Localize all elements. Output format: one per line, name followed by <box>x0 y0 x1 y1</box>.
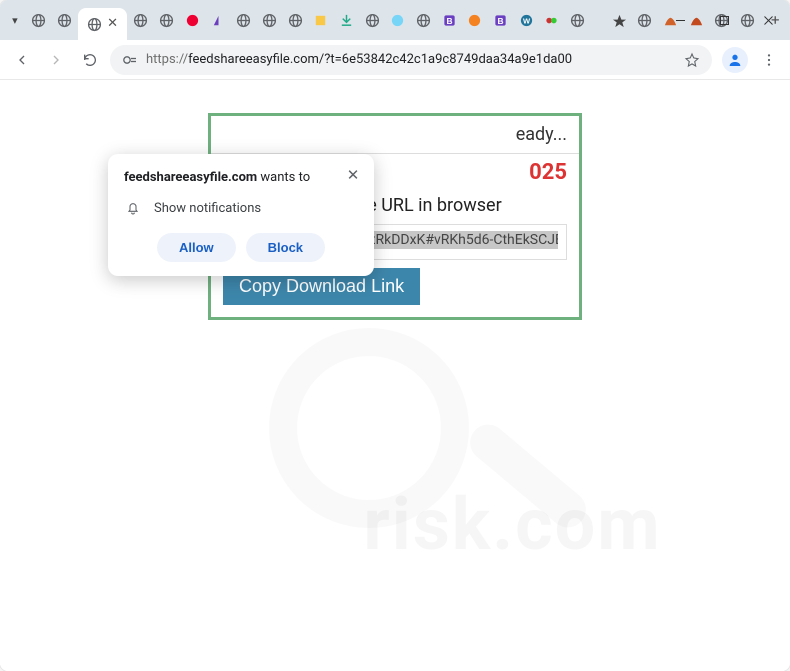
tab-icon-2[interactable] <box>54 10 74 30</box>
notification-close-icon[interactable]: ✕ <box>344 166 362 184</box>
watermark-handle <box>463 417 593 535</box>
tab-icon-8[interactable] <box>260 10 280 30</box>
notification-permission-popup: ✕ feedshareeasyfile.com wants to Show no… <box>108 154 374 276</box>
bell-icon <box>124 199 142 217</box>
tab-icon-3[interactable] <box>131 10 151 30</box>
block-button[interactable]: Block <box>246 233 325 262</box>
watermark-text: risk.com <box>363 482 661 567</box>
tab-icon-18[interactable]: W <box>516 10 536 30</box>
window-controls <box>658 0 790 40</box>
tab-icon-21[interactable] <box>609 10 629 30</box>
reload-button[interactable] <box>76 46 104 74</box>
tabs-caret-icon[interactable]: ▾ <box>6 11 24 29</box>
notification-row: Show notifications <box>124 199 358 217</box>
notification-line-text: Show notifications <box>154 201 261 216</box>
address-bar[interactable]: https://feedshareeasyfile.com/?t=6e53842… <box>110 45 712 75</box>
forward-button[interactable] <box>42 46 70 74</box>
active-tab[interactable]: ✕ <box>78 8 127 40</box>
tab-icon-6[interactable] <box>208 10 228 30</box>
address-url: https://feedshareeasyfile.com/?t=6e53842… <box>146 52 676 67</box>
tab-separator <box>593 10 603 30</box>
svg-text:W: W <box>523 16 531 25</box>
tab-icon-12[interactable] <box>362 10 382 30</box>
bookmark-star-icon[interactable] <box>684 52 700 68</box>
profile-avatar[interactable] <box>722 47 748 73</box>
tab-icon-10[interactable] <box>311 10 331 30</box>
card-heading: eady... <box>211 116 579 154</box>
close-window-button[interactable] <box>746 0 790 40</box>
tab-strip: ▾ ✕ B B W + <box>0 0 790 40</box>
tab-icon-19[interactable] <box>542 10 562 30</box>
tab-icon-14[interactable] <box>414 10 434 30</box>
page-content: risk.com eady... 025 Copy and paste the … <box>0 80 790 671</box>
tab-close-icon[interactable]: ✕ <box>107 17 121 31</box>
tab-icon-1[interactable] <box>29 10 49 30</box>
tab-icon-4[interactable] <box>157 10 177 30</box>
tab-icon-7[interactable] <box>234 10 254 30</box>
tab-icon-16[interactable] <box>465 10 485 30</box>
browser-window: ▾ ✕ B B W + <box>0 0 790 671</box>
tab-icon-9[interactable] <box>285 10 305 30</box>
maximize-button[interactable] <box>702 0 746 40</box>
minimize-button[interactable] <box>658 0 702 40</box>
allow-button[interactable]: Allow <box>157 233 236 262</box>
toolbar: https://feedshareeasyfile.com/?t=6e53842… <box>0 40 790 80</box>
tab-icon-11[interactable] <box>337 10 357 30</box>
tab-icon-17[interactable]: B <box>491 10 511 30</box>
svg-text:B: B <box>498 15 504 25</box>
tab-icon-13[interactable] <box>388 10 408 30</box>
svg-text:B: B <box>446 15 452 25</box>
tab-icon-20[interactable] <box>568 10 588 30</box>
tab-icon-22[interactable] <box>635 10 655 30</box>
site-info-icon[interactable] <box>122 52 138 68</box>
watermark-lens <box>269 328 469 528</box>
notification-title: feedshareeasyfile.com wants to <box>124 170 358 185</box>
tab-icon-15[interactable]: B <box>439 10 459 30</box>
back-button[interactable] <box>8 46 36 74</box>
active-tab-favicon <box>84 14 104 34</box>
browser-menu-icon[interactable] <box>756 47 782 73</box>
tab-icon-5[interactable] <box>182 10 202 30</box>
